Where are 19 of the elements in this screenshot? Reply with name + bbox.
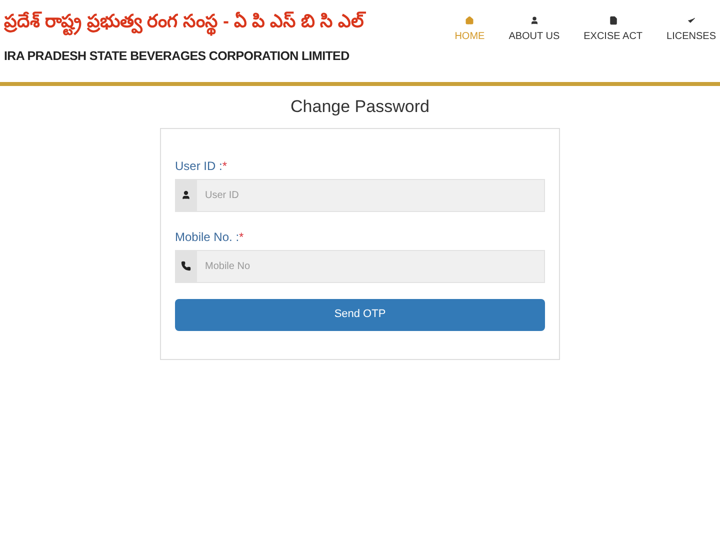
field-label: Mobile No. : bbox=[175, 228, 240, 246]
required-mark: * bbox=[222, 158, 228, 174]
send-otp-button[interactable]: Send OTP bbox=[175, 298, 545, 330]
phone-icon bbox=[181, 261, 191, 271]
input-field[interactable]: Mobile No bbox=[197, 250, 545, 282]
nav-link[interactable]: ABOUT US bbox=[508, 16, 560, 44]
field-label: User ID : bbox=[175, 158, 222, 174]
user-icon bbox=[530, 16, 539, 25]
nav-link[interactable]: LICENSES bbox=[666, 16, 716, 44]
required-mark: * bbox=[239, 228, 244, 246]
user-icon bbox=[181, 190, 191, 200]
input-field[interactable]: User ID bbox=[197, 178, 545, 212]
home-icon bbox=[465, 16, 474, 25]
page-title: Change Password bbox=[290, 96, 430, 118]
checkmark-icon bbox=[686, 16, 696, 25]
english-title: IRA PRADESH STATE BEVERAGES CORPORATION LIMITED bbox=[4, 48, 350, 65]
nav-link[interactable]: EXCISE ACT bbox=[584, 16, 643, 44]
document-icon bbox=[608, 16, 618, 25]
telugu-title: ప్రదేశ్ రాష్ట్ర ప్రభుత్వ రంగ సంస్థ - ఏ పి ఎస్ బి సి ఎల్ bbox=[4, 8, 364, 35]
